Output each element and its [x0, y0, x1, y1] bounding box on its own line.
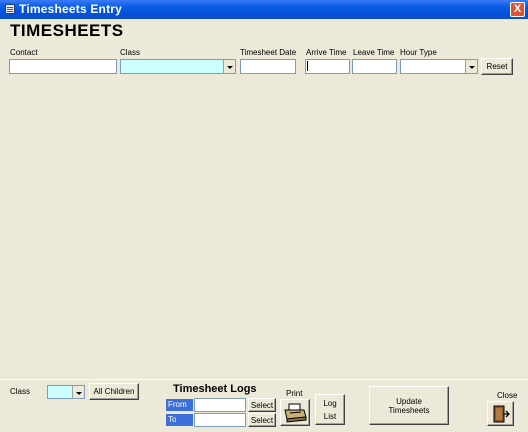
footer-divider: [0, 379, 528, 380]
from-select-button[interactable]: Select: [248, 398, 276, 412]
from-date-field[interactable]: [194, 398, 246, 412]
print-button[interactable]: [280, 399, 310, 426]
footer-class-label: Class: [10, 387, 31, 396]
list-label: List: [323, 411, 337, 421]
contact-field[interactable]: [9, 59, 117, 74]
class-label: Class: [120, 48, 141, 57]
printer-icon: [284, 403, 307, 423]
class-combo[interactable]: [120, 59, 236, 74]
update-timesheets-button[interactable]: Update Timesheets: [369, 386, 449, 425]
leave-time-field[interactable]: [352, 59, 397, 74]
to-select-button[interactable]: Select: [248, 413, 276, 427]
log-label: Log: [323, 398, 337, 408]
print-label: Print: [286, 389, 303, 398]
text-caret: [307, 61, 308, 71]
page-title: TIMESHEETS: [10, 21, 124, 40]
hour-type-label: Hour Type: [400, 48, 437, 57]
leave-time-label: Leave Time: [353, 48, 395, 57]
arrive-time-field[interactable]: [305, 59, 350, 74]
from-label: From: [166, 399, 193, 411]
timesheets-entry-window: Timesheets Entry X TIMESHEETS Contact Cl…: [0, 0, 528, 432]
to-date-field[interactable]: [194, 413, 246, 427]
chevron-down-icon[interactable]: [223, 60, 235, 73]
exit-door-icon: [493, 405, 510, 422]
footer-class-combo[interactable]: [47, 385, 85, 399]
chevron-down-icon[interactable]: [72, 386, 84, 398]
close-label: Close: [497, 391, 518, 400]
arrive-time-label: Arrive Time: [306, 48, 347, 57]
all-children-button[interactable]: All Children: [89, 383, 139, 400]
timesheet-date-label: Timesheet Date: [240, 48, 297, 57]
hour-type-combo[interactable]: [400, 59, 478, 74]
timesheet-date-field[interactable]: [240, 59, 296, 74]
title-bar[interactable]: Timesheets Entry X: [0, 0, 528, 19]
close-form-button[interactable]: [487, 401, 514, 426]
log-list-button[interactable]: Log List: [315, 394, 345, 425]
chevron-down-icon[interactable]: [465, 60, 477, 73]
form-icon: [5, 4, 15, 14]
window-title: Timesheets Entry: [19, 2, 123, 16]
to-label: To: [166, 414, 193, 426]
window-close-button[interactable]: X: [510, 2, 525, 17]
reset-button[interactable]: Reset: [481, 58, 513, 75]
timesheet-logs-title: Timesheet Logs: [173, 383, 257, 395]
contact-label: Contact: [10, 48, 38, 57]
